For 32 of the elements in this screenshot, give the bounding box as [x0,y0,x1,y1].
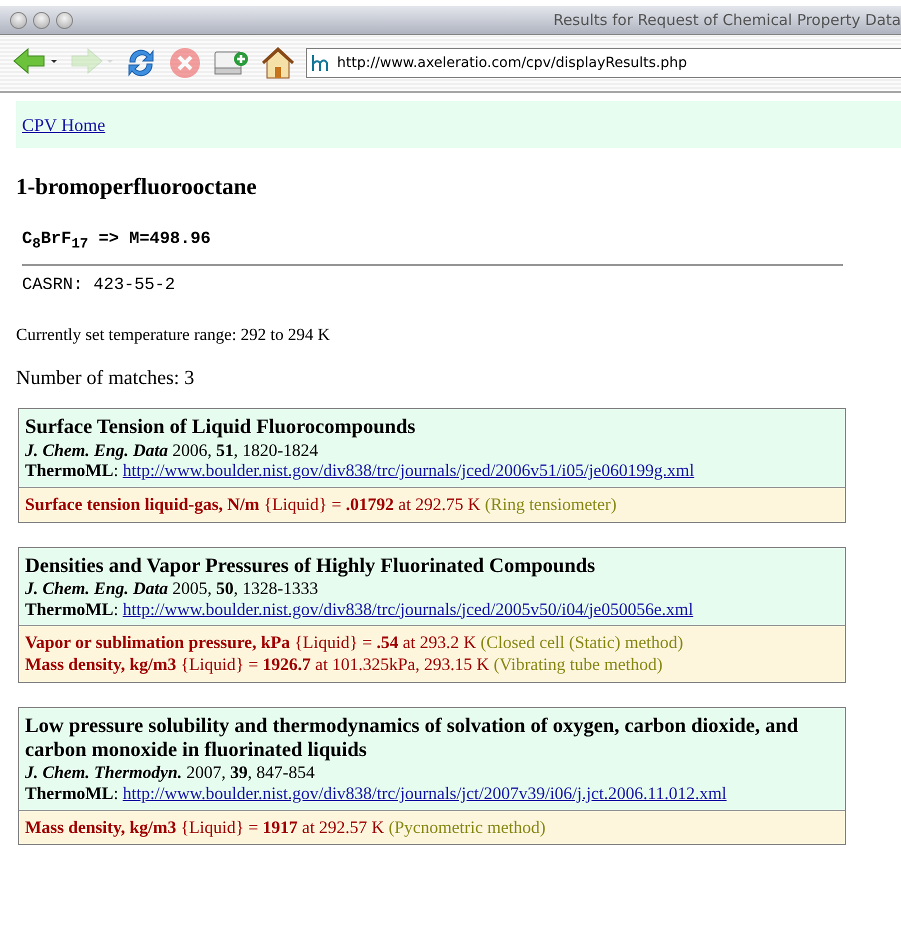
minimize-window-button[interactable] [33,12,50,28]
cas-number: CASRN: 423-55-2 [22,276,176,296]
measurement-method: (Vibrating tube method) [494,654,663,674]
citation: J. Chem. Eng. Data 2006, 51, 1820-1824 [25,440,320,460]
compound-name: 1-bromoperfluorooctane [16,174,258,200]
property-value: Vapor or sublimation pressure, kPa {Liquid} = .54 at 293.2 K [25,632,476,652]
article-title: Low pressure solubility and thermodynamics of solvation of oxygen, carbon dioxide, and carbon monoxide in fluorinated liquids [25,714,800,762]
thermoml-link[interactable]: http://www.boulder.nist.gov/div838/trc/journals/jced/2005v50/i04/je050056e.xml [122,598,694,619]
temperature-range-text: Currently set temperature range: 292 to 294 K [16,325,331,346]
measurement-method: (Pycnometric method) [388,816,546,837]
property-value: Mass density, kg/m3 {Liquid} = 1917 at 292.57 K [25,816,384,837]
address-field[interactable]: http://www.axeleratio.com/cpv/displayResults.php [306,48,901,78]
window-title: Results for Request of Chemical Property Data [553,11,901,29]
home-link[interactable]: CPV Home [22,115,106,135]
property-value: Mass density, kg/m3 {Liquid} = 1926.7 at 101.325kPa, 293.15 K [25,654,490,674]
thermoml-label: ThermoML: [25,598,118,619]
citation: J. Chem. Eng. Data 2005, 50, 1328-1333 [25,578,320,599]
close-window-button[interactable] [10,12,27,28]
measurement-method: (Ring tensiometer) [484,494,617,514]
thermoml-label: ThermoML: [25,782,118,803]
measurement-method: (Closed cell (Static) method) [480,632,684,652]
thermoml-link[interactable]: http://www.boulder.nist.gov/div838/trc/journals/jced/2006v51/i05/je060199g.xml [122,460,694,480]
molecular-formula: C$_{8}$BrF$_{17}$ => M=498.96 [22,230,212,252]
match-count-text: Number of matches: 3 [16,367,196,390]
property-value: Surface tension liquid-gas, N/m {Liquid} = .01792 at 292.75 K [25,494,480,514]
article-title: Surface Tension of Liquid Fluorocompounds [25,415,416,440]
thermoml-label: ThermoML: [25,460,118,480]
citation: J. Chem. Thermodyn. 2007, 39, 847-854 [25,762,316,783]
zoom-window-button[interactable] [56,12,73,28]
home-icon[interactable] [260,46,296,80]
article-title: Densities and Vapor Pressures of Highly Fluorinated Compounds [25,554,596,578]
thermoml-link[interactable]: http://www.boulder.nist.gov/div838/trc/journals/jct/2007v39/i06/j.jct.2006.11.012.xml [122,782,727,803]
